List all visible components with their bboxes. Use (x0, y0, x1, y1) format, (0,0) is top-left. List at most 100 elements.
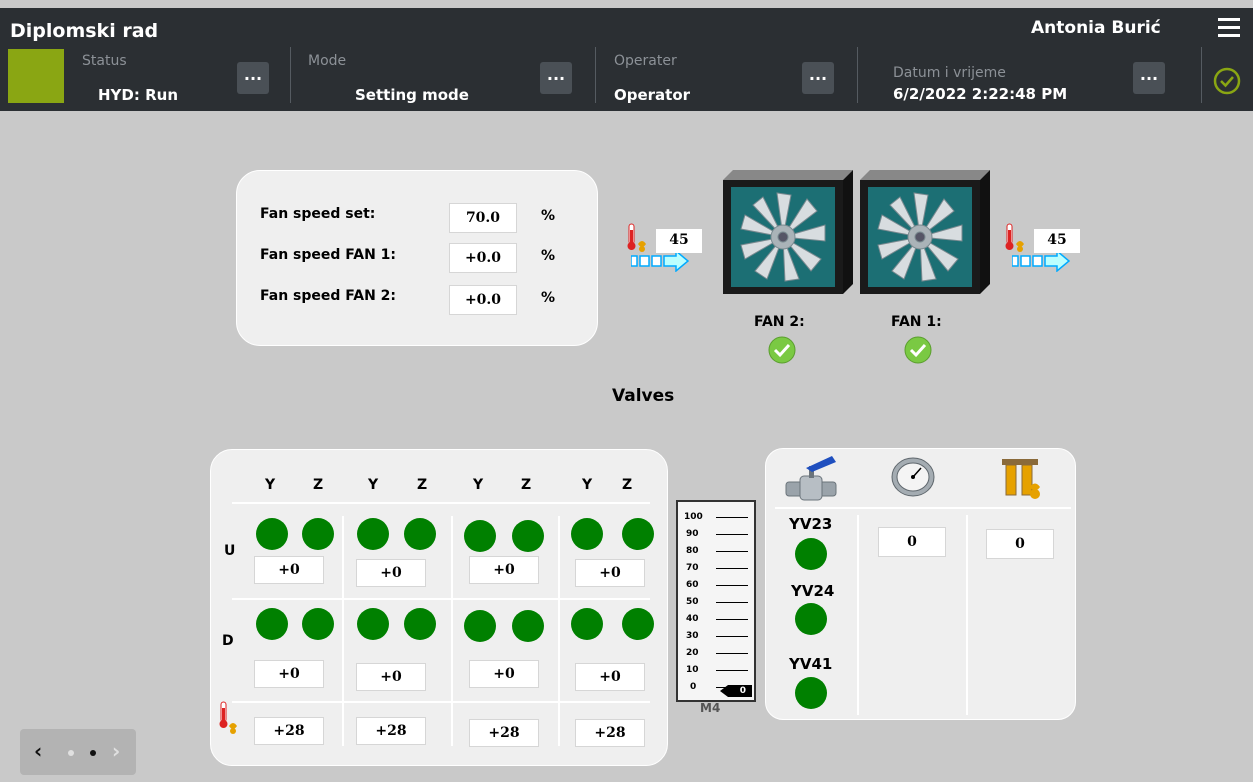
header-separator (290, 47, 291, 103)
status-value: HYD: Run (98, 86, 178, 104)
fan-speed-set-field[interactable]: 70.0 (449, 203, 517, 233)
gauge-tick (716, 568, 748, 569)
page-dot-1[interactable] (68, 750, 74, 756)
valve-status-indicator (404, 518, 436, 550)
u-value-field-2[interactable]: +0 (356, 559, 426, 587)
airflow-outlet-arrow-icon (1012, 250, 1070, 272)
d-value-field-2[interactable]: +0 (356, 663, 426, 691)
status-more-button[interactable]: ... (237, 62, 269, 94)
level-gauge: 100 90 80 70 60 50 40 30 20 10 0 (676, 500, 756, 702)
col-header-y1: Y (265, 477, 276, 493)
fan1-speed-label: Fan speed FAN 1: (260, 247, 396, 263)
thermometer-oil-icon (219, 701, 237, 734)
u-value-field-4[interactable]: +0 (575, 559, 645, 587)
fan2-ok-icon (768, 336, 796, 364)
valve-status-indicator (512, 610, 544, 642)
app-title: Diplomski rad (10, 20, 159, 42)
operater-label: Operater (614, 53, 677, 69)
filter-value-field[interactable]: 0 (986, 529, 1054, 559)
col-header-z3: Z (521, 477, 532, 493)
grid-line (232, 701, 650, 703)
gauge-tick-label: 50 (686, 597, 699, 607)
gauge-tick (716, 636, 748, 637)
temp-value-field-2[interactable]: +28 (356, 717, 426, 745)
grid-line (232, 502, 650, 504)
valve-status-indicator (357, 518, 389, 550)
page-dot-2[interactable] (90, 750, 96, 756)
check-circle-icon[interactable] (1213, 67, 1241, 95)
valves-title: Valves (612, 386, 675, 406)
gauge-tick-label: 90 (686, 529, 699, 539)
grid-line (342, 516, 344, 746)
valve-status-indicator (512, 520, 544, 552)
temp-value-field-1[interactable]: +28 (254, 717, 324, 745)
datetime-label: Datum i vrijeme (893, 65, 1006, 81)
valve-status-indicator (571, 608, 603, 640)
gauge-tick (716, 585, 748, 586)
gauge-tick (716, 670, 748, 671)
gauge-tick-label: 20 (686, 648, 699, 658)
yv41-label: YV41 (789, 655, 833, 673)
pressure-value-field[interactable]: 0 (878, 527, 946, 557)
d-value-field-1[interactable]: +0 (254, 660, 324, 688)
gauge-tick-label: 40 (686, 614, 699, 624)
hamburger-menu-icon[interactable] (1218, 18, 1240, 38)
mode-more-button[interactable]: ... (540, 62, 572, 94)
fan1-speed-unit: % (541, 248, 556, 264)
valve-status-indicator (357, 608, 389, 640)
col-header-y3: Y (473, 477, 484, 493)
gauge-tick-label: 60 (686, 580, 699, 590)
fan-speed-set-label: Fan speed set: (260, 206, 376, 222)
col-header-y4: Y (582, 477, 593, 493)
ball-valve-icon (785, 456, 837, 501)
valve-status-indicator (464, 520, 496, 552)
valve-status-indicator (464, 610, 496, 642)
fan2-speed-field[interactable]: +0.0 (449, 285, 517, 315)
temp-value-field-4[interactable]: +28 (575, 719, 645, 747)
grid-line (558, 516, 560, 746)
fan2-label: FAN 2: (754, 314, 805, 330)
u-value-field-1[interactable]: +0 (254, 556, 324, 584)
gauge-tick-label: 100 (684, 512, 703, 522)
hmi-screen: Diplomski rad Antonia Burić Status HYD: … (0, 0, 1253, 782)
u-value-field-3[interactable]: +0 (469, 556, 539, 584)
valve-status-indicator (622, 518, 654, 550)
pressure-gauge-icon (891, 457, 935, 497)
header-separator (857, 47, 858, 103)
datetime-value: 6/2/2022 2:22:48 PM (893, 85, 1068, 103)
d-value-field-4[interactable]: +0 (575, 663, 645, 691)
grid-line (966, 515, 968, 715)
datetime-more-button[interactable]: ... (1133, 62, 1165, 94)
col-header-z1: Z (313, 477, 324, 493)
fan2-speed-unit: % (541, 290, 556, 306)
valve-status-indicator (256, 608, 288, 640)
oil-filter-icon (1002, 459, 1040, 499)
chevron-left-icon[interactable]: ‹ (34, 739, 42, 763)
yv23-status-indicator (795, 538, 827, 570)
fan1-speed-field[interactable]: +0.0 (449, 243, 517, 273)
grid-line (775, 507, 1071, 509)
gauge-tick-label: 70 (686, 563, 699, 573)
d-value-field-3[interactable]: +0 (469, 660, 539, 688)
row-label-u: U (224, 543, 236, 559)
page-navigator: ‹ › (20, 729, 136, 775)
user-name: Antonia Burić (1031, 18, 1161, 38)
operater-more-button[interactable]: ... (802, 62, 834, 94)
row-label-d: D (222, 633, 234, 649)
yv24-label: YV24 (791, 582, 835, 600)
grid-line (451, 516, 453, 746)
temp-value-field-3[interactable]: +28 (469, 719, 539, 747)
valve-status-indicator (302, 518, 334, 550)
gauge-tick (716, 602, 748, 603)
yv24-status-indicator (795, 603, 827, 635)
gauge-tick-label: 10 (686, 665, 699, 675)
mode-value: Setting mode (355, 86, 469, 104)
outlet-temperature-value: 45 (1034, 229, 1080, 253)
valve-status-indicator (622, 608, 654, 640)
gauge-tick (716, 517, 748, 518)
gauge-caption: M4 (700, 701, 721, 715)
valve-status-indicator (404, 608, 436, 640)
gauge-tick (716, 551, 748, 552)
header-separator (1201, 47, 1202, 103)
chevron-right-icon[interactable]: › (112, 739, 120, 763)
